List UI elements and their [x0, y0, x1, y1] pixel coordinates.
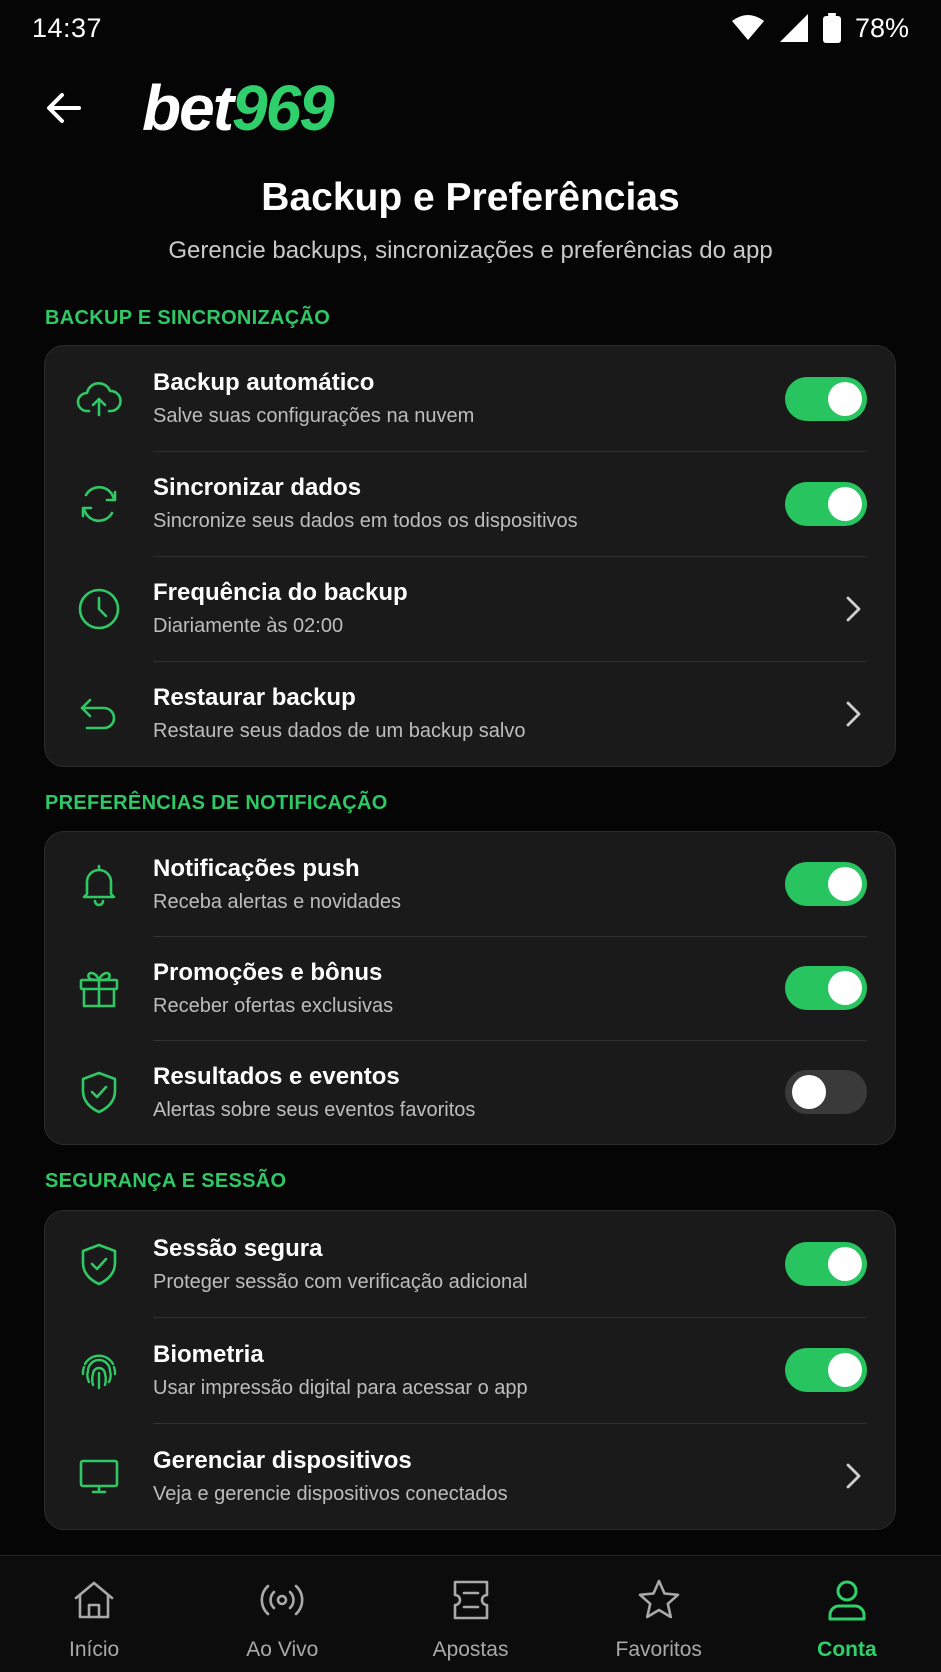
section-label-backup: BACKUP E SINCRONIZAÇÃO: [45, 307, 331, 329]
row-results-events[interactable]: Resultados e eventos Alertas sobre seus e…: [45, 1040, 895, 1144]
row-title: Notificações push: [153, 854, 360, 882]
monitor-icon: [45, 1423, 153, 1529]
toggle-knob: [828, 1353, 862, 1387]
nav-label: Favoritos: [615, 1638, 702, 1661]
bottom-nav: Início Ao Vivo Apostas Favoritos Conta: [0, 1555, 941, 1672]
nav-item-live[interactable]: Ao Vivo: [188, 1556, 376, 1672]
row-subtitle: Restaure seus dados de um backup salvo: [153, 720, 526, 742]
cellular-signal-icon: [779, 14, 808, 42]
section-label-notifications: PREFERÊNCIAS DE NOTIFICAÇÃO: [45, 792, 388, 814]
nav-label: Apostas: [432, 1638, 509, 1661]
sync-data-toggle[interactable]: [785, 481, 867, 526]
page-title: Backup e Preferências: [261, 176, 680, 219]
row-subtitle: Receba alertas e novidades: [153, 890, 401, 913]
row-push-notifications[interactable]: Notificações push Receba alertas e novida…: [45, 832, 895, 936]
toggle-knob: [792, 1075, 826, 1109]
row-biometrics[interactable]: Biometria Usar impressão digital para ace…: [45, 1317, 895, 1423]
nav-label: Início: [69, 1638, 120, 1661]
cloud-upload-icon: [45, 346, 153, 451]
row-title: Gerenciar dispositivos: [153, 1446, 412, 1474]
section-label-security: SEGURANÇA E SESSÃO: [45, 1170, 287, 1192]
row-restore-backup[interactable]: Restaurar backup Restaure seus dados de u…: [45, 661, 895, 766]
row-subtitle: Usar impressão digital para acessar o ap…: [153, 1376, 528, 1399]
page-subtitle: Gerencie backups, sincronizações e prefe…: [168, 237, 773, 264]
gift-icon: [45, 936, 153, 1040]
toggle-knob: [828, 381, 862, 416]
status-icons: 78%: [731, 13, 909, 44]
card-backup: Backup automático Salve suas configuraçõe…: [44, 345, 896, 767]
battery-percentage: 78%: [854, 12, 909, 43]
home-icon: [74, 1581, 114, 1619]
nav-label: Ao Vivo: [246, 1638, 319, 1661]
status-bar: 14:37 78%: [0, 0, 941, 56]
toggle-knob: [828, 971, 862, 1005]
clock-icon: [45, 556, 153, 661]
undo-arrow-icon: [45, 661, 153, 766]
biometrics-toggle[interactable]: [785, 1348, 867, 1392]
row-subtitle: Receber ofertas exclusivas: [153, 994, 394, 1017]
toggle-knob: [828, 486, 862, 521]
bell-icon: [45, 832, 153, 936]
row-sync-data[interactable]: Sincronizar dados Sincronize seus dados e…: [45, 451, 895, 556]
row-title: Restaurar backup: [153, 684, 356, 711]
nav-item-home[interactable]: Início: [0, 1556, 188, 1672]
battery-icon: [822, 13, 841, 43]
row-subtitle: Diariamente às 02:00: [153, 615, 344, 637]
toggle-knob: [828, 1247, 862, 1281]
automatic-backup-toggle[interactable]: [785, 376, 867, 421]
ticket-icon: [453, 1580, 488, 1620]
chevron-right-icon: [846, 1463, 861, 1489]
wifi-icon: [731, 15, 764, 40]
row-title: Frequência do backup: [153, 579, 408, 606]
shield-check-icon: [45, 1040, 153, 1144]
nav-item-account[interactable]: Conta: [753, 1556, 941, 1672]
bet969-logo: bet969: [142, 76, 335, 140]
row-subtitle: Alertas sobre seus eventos favoritos: [153, 1098, 476, 1121]
row-promotions[interactable]: Promoções e bônus Receber ofertas exclusi…: [45, 936, 895, 1040]
row-subtitle: Veja e gerencie dispositivos conectados: [153, 1482, 508, 1505]
results-events-toggle[interactable]: [785, 1070, 867, 1114]
fingerprint-icon: [45, 1317, 153, 1423]
chevron-right-icon: [846, 701, 861, 726]
secure-session-toggle[interactable]: [785, 1242, 867, 1286]
app-header: bet969: [0, 70, 941, 146]
logo-text-green: 969: [232, 72, 335, 144]
back-button[interactable]: [34, 78, 94, 138]
row-title: Biometria: [153, 1340, 264, 1368]
row-title: Sincronizar dados: [153, 474, 362, 501]
row-automatic-backup[interactable]: Backup automático Salve suas configuraçõe…: [45, 346, 895, 451]
card-security: Sessão segura Proteger sessão com verific…: [44, 1210, 896, 1530]
row-subtitle: Sincronize seus dados em todos os dispos…: [153, 510, 578, 532]
row-secure-session[interactable]: Sessão segura Proteger sessão com verific…: [45, 1211, 895, 1317]
row-title: Sessão segura: [153, 1234, 323, 1262]
arrow-left-icon: [47, 93, 81, 123]
row-title: Promoções e bônus: [153, 958, 383, 986]
row-backup-frequency[interactable]: Frequência do backup Diariamente às 02:00: [45, 556, 895, 661]
row-manage-devices[interactable]: Gerenciar dispositivos Veja e gerencie di…: [45, 1423, 895, 1529]
row-subtitle: Proteger sessão com verificação adiciona…: [153, 1270, 528, 1293]
row-subtitle: Salve suas configurações na nuvem: [153, 405, 475, 427]
nav-label: Conta: [817, 1638, 877, 1661]
sync-icon: [45, 451, 153, 556]
nav-item-bets[interactable]: Apostas: [376, 1556, 564, 1672]
live-broadcast-icon: [260, 1584, 304, 1616]
logo-text-white: bet: [142, 72, 234, 144]
user-icon: [828, 1580, 866, 1621]
row-title: Backup automático: [153, 369, 375, 396]
promotions-toggle[interactable]: [785, 966, 867, 1010]
row-title: Resultados e eventos: [153, 1062, 400, 1090]
screen: 14:37 78% bet969 Backup e Preferências G…: [0, 0, 941, 1672]
star-icon: [638, 1579, 680, 1619]
chevron-right-icon: [846, 596, 861, 621]
shield-check-icon: [45, 1211, 153, 1317]
nav-item-favorites[interactable]: Favoritos: [565, 1556, 753, 1672]
card-notifications: Notificações push Receba alertas e novida…: [44, 831, 896, 1145]
status-time: 14:37: [32, 12, 103, 43]
push-notifications-toggle[interactable]: [785, 862, 867, 906]
toggle-knob: [828, 867, 862, 901]
